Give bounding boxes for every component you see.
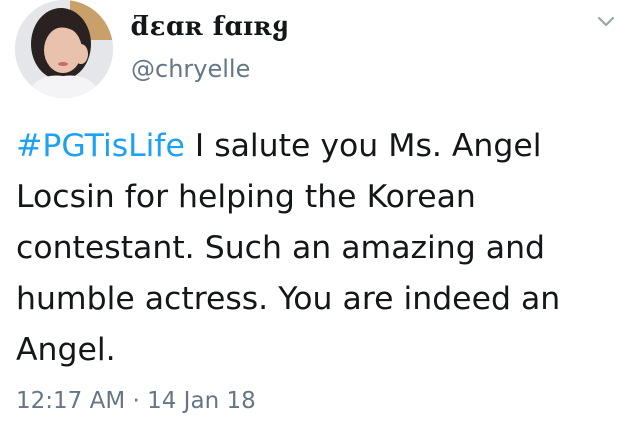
- tweet-date: 14 Jan 18: [147, 388, 256, 414]
- avatar[interactable]: [15, 0, 113, 98]
- tweet-text: #PGTisLife I salute you Ms. Angel Locsin…: [16, 121, 626, 376]
- display-name[interactable]: ƌɛɑʀ fɑɪʀყ: [131, 12, 289, 42]
- hashtag-link[interactable]: #PGTisLife: [16, 128, 185, 164]
- tweet-timestamp[interactable]: 12:17 AM · 14 Jan 18: [16, 388, 256, 414]
- tweet-card: ƌɛɑʀ fɑɪʀყ @chryelle #PGTisLife I salute…: [0, 0, 640, 421]
- chevron-down-icon[interactable]: [594, 13, 618, 31]
- user-handle[interactable]: @chryelle: [131, 55, 250, 83]
- tweet-body: I salute you Ms. Angel Locsin for helpin…: [16, 128, 561, 368]
- profile-photo-icon: [15, 0, 113, 98]
- meta-separator: ·: [132, 388, 140, 414]
- tweet-time: 12:17 AM: [16, 388, 126, 414]
